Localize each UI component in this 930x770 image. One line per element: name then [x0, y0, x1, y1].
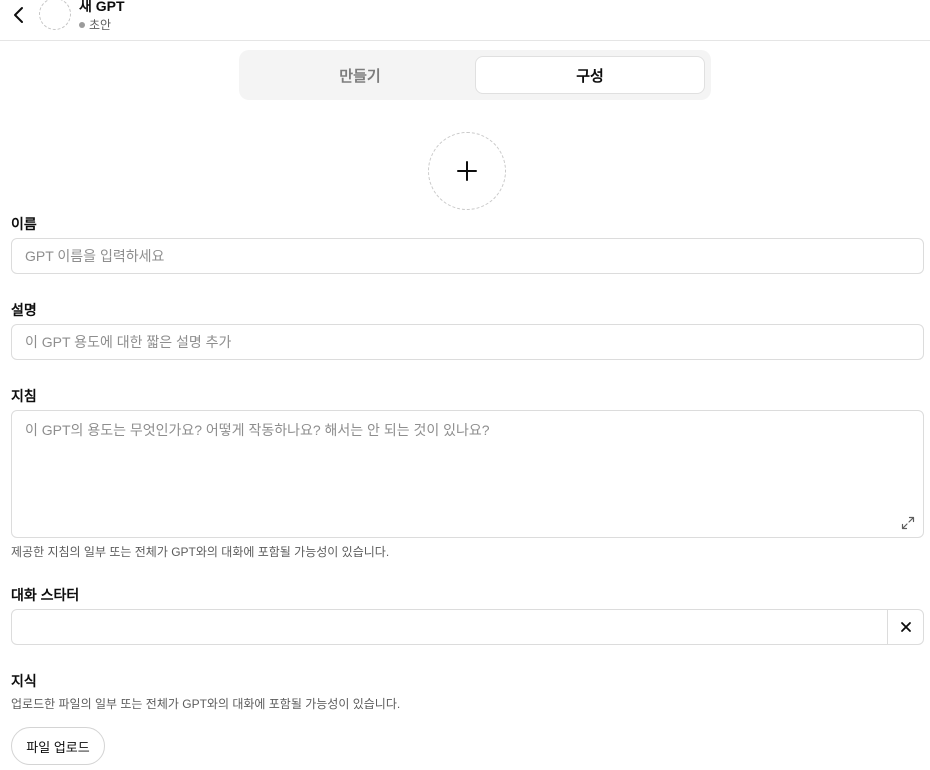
top-bar: 새 GPT 초안: [0, 0, 930, 41]
knowledge-hint: 업로드한 파일의 일부 또는 전체가 GPT와의 대화에 포함될 가능성이 있습…: [11, 697, 401, 711]
instructions-textarea[interactable]: [11, 410, 924, 538]
remove-starter-button[interactable]: [887, 610, 923, 644]
status-label: 초안: [89, 18, 112, 32]
gpt-avatar: [39, 0, 71, 30]
instructions-label: 지침: [11, 388, 37, 404]
chevron-left-icon: [14, 7, 23, 23]
tab-create[interactable]: 만들기: [245, 56, 475, 94]
conversation-starters-label: 대화 스타터: [11, 587, 80, 603]
gpt-title: 새 GPT: [79, 0, 125, 14]
expand-button[interactable]: [900, 515, 916, 531]
description-input[interactable]: [11, 324, 924, 360]
instructions-hint: 제공한 지침의 일부 또는 전체가 GPT와의 대화에 포함될 가능성이 있습니…: [11, 545, 390, 559]
tab-configure[interactable]: 구성: [475, 56, 705, 94]
avatar-upload-button[interactable]: [428, 132, 506, 210]
back-button[interactable]: [6, 2, 32, 28]
upload-file-button[interactable]: 파일 업로드: [11, 727, 105, 765]
name-input[interactable]: [11, 238, 924, 274]
knowledge-label: 지식: [11, 673, 37, 689]
expand-icon: [901, 516, 915, 530]
mode-tabs: 만들기 구성: [239, 50, 711, 100]
description-label: 설명: [11, 302, 37, 318]
conversation-starter-row: [11, 609, 924, 645]
status-indicator: 초안: [79, 16, 111, 33]
close-icon: [900, 622, 911, 632]
plus-icon: [457, 161, 477, 181]
name-label: 이름: [11, 216, 37, 232]
conversation-starter-input[interactable]: [12, 610, 888, 644]
status-dot-icon: [79, 21, 85, 28]
